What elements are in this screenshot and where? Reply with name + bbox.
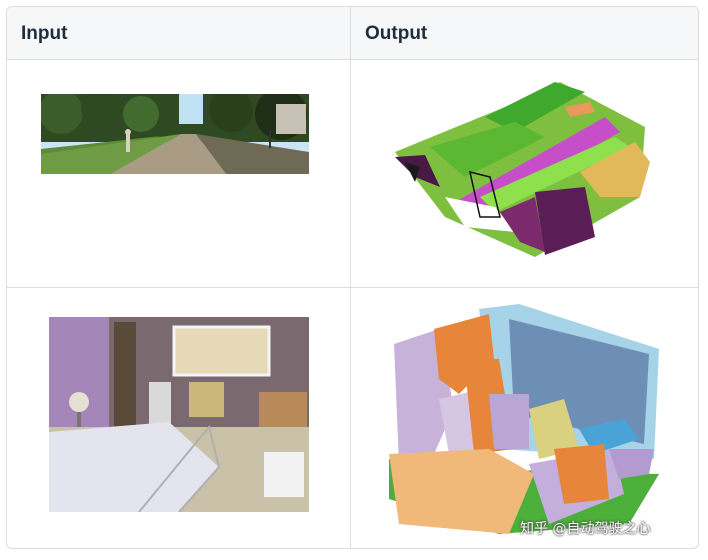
column-divider (350, 7, 351, 548)
comparison-table: Input Output (6, 6, 699, 549)
outdoor-semantic-voxel-map (385, 77, 665, 262)
header-output-label: Output (365, 23, 428, 44)
header-input-label: Input (21, 23, 68, 44)
header-input: Input (7, 7, 350, 60)
street-scene-photo (41, 94, 309, 174)
watermark: 知乎 @自动驾驶之心 (520, 521, 651, 537)
row-divider (7, 287, 698, 288)
header-output: Output (351, 7, 698, 60)
indoor-semantic-voxel-room (379, 299, 671, 539)
bedroom-photo (49, 317, 309, 512)
